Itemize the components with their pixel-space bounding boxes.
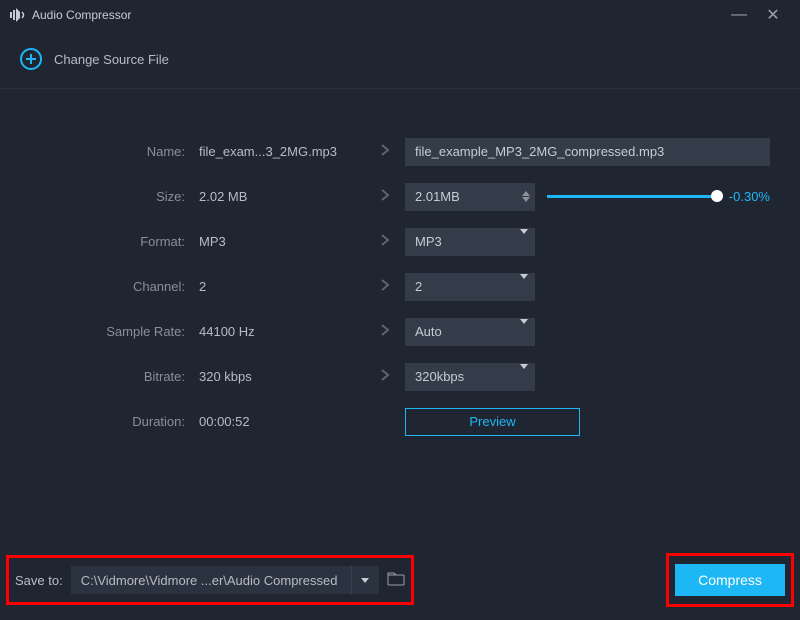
bitrate-value: 320kbps: [405, 369, 513, 384]
bitrate-select[interactable]: 320kbps: [405, 363, 535, 391]
close-button[interactable]: ✕: [756, 5, 790, 25]
label-channel: Channel:: [20, 279, 195, 294]
channel-select[interactable]: 2: [405, 273, 535, 301]
settings-form: Name: file_exam...3_2MG.mp3 Size: 2.02 M…: [0, 89, 800, 444]
source-format: MP3: [195, 234, 365, 249]
save-path: C:\Vidmore\Vidmore ...er\Audio Compresse…: [71, 573, 351, 588]
row-bitrate: Bitrate: 320 kbps 320kbps: [20, 354, 780, 399]
arrow-icon: [365, 188, 405, 205]
arrow-icon: [365, 278, 405, 295]
chevron-down-icon: [513, 279, 535, 294]
save-path-box[interactable]: C:\Vidmore\Vidmore ...er\Audio Compresse…: [71, 566, 379, 594]
compress-button[interactable]: Compress: [675, 564, 785, 596]
label-format: Format:: [20, 234, 195, 249]
window-title: Audio Compressor: [32, 8, 722, 22]
chevron-down-icon: [513, 234, 535, 249]
source-duration: 00:00:52: [195, 414, 365, 429]
chevron-down-icon: [513, 369, 535, 384]
size-slider[interactable]: [547, 195, 717, 198]
format-select[interactable]: MP3: [405, 228, 535, 256]
chevron-down-icon: [513, 324, 535, 339]
plus-circle-icon: [20, 48, 42, 70]
source-size: 2.02 MB: [195, 189, 365, 204]
channel-value: 2: [405, 279, 513, 294]
open-folder-button[interactable]: [387, 572, 405, 589]
title-bar: Audio Compressor — ✕: [0, 0, 800, 30]
format-value: MP3: [405, 234, 513, 249]
minimize-button[interactable]: —: [722, 6, 756, 24]
source-channel: 2: [195, 279, 365, 294]
row-channel: Channel: 2 2: [20, 264, 780, 309]
arrow-icon: [365, 323, 405, 340]
target-size-value: 2.01MB: [405, 189, 517, 204]
size-steppers[interactable]: [517, 191, 535, 202]
preview-button[interactable]: Preview: [405, 408, 580, 436]
row-name: Name: file_exam...3_2MG.mp3: [20, 129, 780, 174]
change-source-label: Change Source File: [54, 52, 169, 67]
label-duration: Duration:: [20, 414, 195, 429]
target-size-spinbox[interactable]: 2.01MB: [405, 183, 535, 211]
save-to-label: Save to:: [15, 573, 63, 588]
sample-rate-value: Auto: [405, 324, 513, 339]
source-name: file_exam...3_2MG.mp3: [195, 144, 365, 159]
size-slider-wrap: -0.30%: [535, 189, 780, 204]
sample-rate-select[interactable]: Auto: [405, 318, 535, 346]
source-bitrate: 320 kbps: [195, 369, 365, 384]
row-format: Format: MP3 MP3: [20, 219, 780, 264]
row-duration: Duration: 00:00:52 Preview: [20, 399, 780, 444]
row-size: Size: 2.02 MB 2.01MB -0.30%: [20, 174, 780, 219]
arrow-icon: [365, 143, 405, 160]
size-percent: -0.30%: [729, 189, 770, 204]
label-name: Name:: [20, 144, 195, 159]
label-sample-rate: Sample Rate:: [20, 324, 195, 339]
output-name-input[interactable]: [405, 138, 770, 166]
step-up-icon[interactable]: [522, 191, 530, 196]
row-sample-rate: Sample Rate: 44100 Hz Auto: [20, 309, 780, 354]
footer: Save to: C:\Vidmore\Vidmore ...er\Audio …: [0, 550, 800, 610]
step-down-icon[interactable]: [522, 197, 530, 202]
save-to-highlight: Save to: C:\Vidmore\Vidmore ...er\Audio …: [6, 555, 414, 605]
label-bitrate: Bitrate:: [20, 369, 195, 384]
path-dropdown[interactable]: [351, 566, 379, 594]
slider-thumb[interactable]: [711, 190, 723, 202]
source-sample-rate: 44100 Hz: [195, 324, 365, 339]
app-icon: [10, 8, 26, 22]
arrow-icon: [365, 233, 405, 250]
change-source-row[interactable]: Change Source File: [0, 30, 800, 88]
label-size: Size:: [20, 189, 195, 204]
compress-highlight: Compress: [666, 553, 794, 607]
arrow-icon: [365, 368, 405, 385]
